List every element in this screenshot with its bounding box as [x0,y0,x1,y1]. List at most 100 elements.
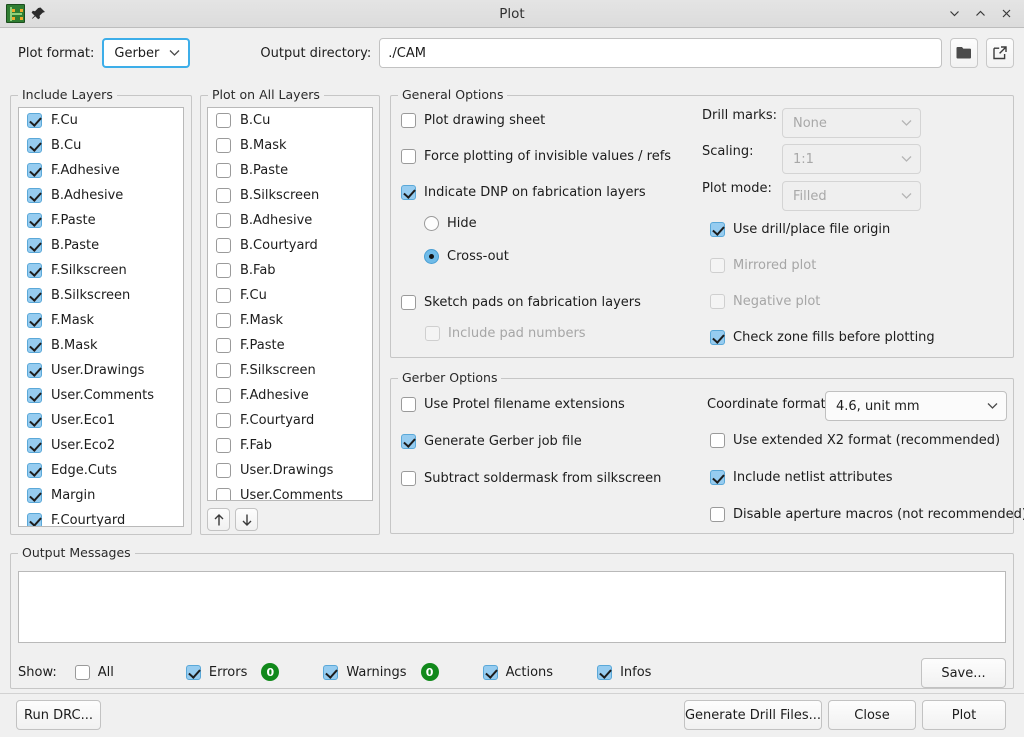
gerber-subtract-soldermask-from-silkscreen-option[interactable]: Subtract soldermask from silkscreen [401,471,701,486]
general-check-zone-fills-before-plotting-option[interactable]: Check zone fills before plotting [710,330,1010,345]
plot-all-layer-item[interactable]: B.Paste [208,158,372,183]
include-layer-checkbox-f-mask[interactable] [27,313,42,328]
plot-all-layer-item[interactable]: F.Courtyard [208,408,372,433]
include-layer-checkbox-b-adhesive[interactable] [27,188,42,203]
plot-all-layer-checkbox-f-adhesive[interactable] [216,388,231,403]
include-layer-checkbox-user-eco2[interactable] [27,438,42,453]
include-layer-item[interactable]: User.Comments [19,383,183,408]
gerber-generate-gerber-job-file-checkbox[interactable] [401,434,416,449]
include-layer-checkbox-f-adhesive[interactable] [27,163,42,178]
general-force-plotting-of-invisible-values-refs-option[interactable]: Force plotting of invisible values / ref… [401,149,701,164]
message-filter-errors[interactable]: Errors 0 [185,663,280,681]
message-filter-checkbox-all[interactable] [74,664,90,680]
include-layer-checkbox-b-silkscreen[interactable] [27,288,42,303]
plot-on-all-layers-list[interactable]: B.Cu B.Mask B.Paste B.Silkscreen B.Adhesive B… [207,107,373,501]
dnp-radio-button-hide[interactable] [424,216,439,231]
dnp-radio-button-cross-out[interactable] [424,249,439,264]
include-layer-item[interactable]: F.Adhesive [19,158,183,183]
dnp-radio-hide[interactable]: Hide [424,216,684,231]
gerber-use-protel-filename-extensions-checkbox[interactable] [401,397,416,412]
plot-all-layer-checkbox-f-mask[interactable] [216,313,231,328]
plot-all-layer-checkbox-b-silkscreen[interactable] [216,188,231,203]
message-filter-checkbox-warnings[interactable] [323,664,339,680]
gerber-use-protel-filename-extensions-option[interactable]: Use Protel filename extensions [401,397,701,412]
plot-all-layer-checkbox-user-drawings[interactable] [216,463,231,478]
gerber-use-extended-x2-format-recommended-checkbox[interactable] [710,433,725,448]
close-button-footer[interactable]: Close [828,700,916,730]
include-layer-checkbox-user-comments[interactable] [27,388,42,403]
include-layer-checkbox-user-eco1[interactable] [27,413,42,428]
general-use-drill-place-file-origin-checkbox[interactable] [710,222,725,237]
plot-all-layer-item[interactable]: F.Mask [208,308,372,333]
include-layer-checkbox-edge-cuts[interactable] [27,463,42,478]
scaling-select[interactable]: 1:1 [782,144,921,174]
include-layer-item[interactable]: Margin [19,483,183,508]
message-filter-infos[interactable]: Infos [597,664,651,680]
general-use-drill-place-file-origin-option[interactable]: Use drill/place file origin [710,222,1010,237]
include-layer-item[interactable]: B.Silkscreen [19,283,183,308]
plot-all-layer-item[interactable]: B.Silkscreen [208,183,372,208]
general-indicate-dnp-on-fabrication-layers-option[interactable]: Indicate DNP on fabrication layers [401,185,701,200]
plot-all-layer-item[interactable]: B.Adhesive [208,208,372,233]
include-layer-item[interactable]: B.Mask [19,333,183,358]
gerber-generate-gerber-job-file-option[interactable]: Generate Gerber job file [401,434,701,449]
generate-drill-files-button[interactable]: Generate Drill Files... [684,700,822,730]
move-layer-down-button[interactable] [235,508,258,531]
plot-all-layer-checkbox-f-courtyard[interactable] [216,413,231,428]
include-layer-item[interactable]: F.Paste [19,208,183,233]
gerber-use-extended-x2-format-recommended-option[interactable]: Use extended X2 format (recommended) [710,433,1020,448]
message-filter-checkbox-errors[interactable] [185,664,201,680]
plot-all-layer-checkbox-b-fab[interactable] [216,263,231,278]
gerber-disable-aperture-macros-not-recommended-checkbox[interactable] [710,507,725,522]
plot-all-layer-item[interactable]: User.Comments [208,483,372,500]
plot-all-layer-checkbox-b-paste[interactable] [216,163,231,178]
plot-button[interactable]: Plot [922,700,1006,730]
plot-all-layer-checkbox-f-fab[interactable] [216,438,231,453]
plot-all-layer-checkbox-f-silkscreen[interactable] [216,363,231,378]
include-layer-item[interactable]: F.Silkscreen [19,258,183,283]
plot-all-layer-item[interactable]: F.Fab [208,433,372,458]
plot-format-select[interactable]: Gerber [102,38,191,68]
include-layer-checkbox-margin[interactable] [27,488,42,503]
plot-mode-select[interactable]: Filled [782,181,921,211]
maximize-button[interactable] [968,3,992,25]
plot-all-layer-item[interactable]: F.Adhesive [208,383,372,408]
gerber-include-netlist-attributes-option[interactable]: Include netlist attributes [710,470,1020,485]
include-layer-item[interactable]: F.Courtyard [19,508,183,526]
plot-all-layer-checkbox-f-cu[interactable] [216,288,231,303]
output-directory-input[interactable]: ./CAM [379,38,942,68]
include-layer-checkbox-f-paste[interactable] [27,213,42,228]
include-layer-item[interactable]: F.Mask [19,308,183,333]
include-layer-item[interactable]: B.Adhesive [19,183,183,208]
plot-all-layer-checkbox-f-paste[interactable] [216,338,231,353]
save-messages-button[interactable]: Save... [921,658,1006,688]
plot-all-layer-item[interactable]: F.Cu [208,283,372,308]
close-button[interactable] [994,3,1018,25]
run-drc-button[interactable]: Run DRC... [16,700,101,730]
include-layer-checkbox-b-mask[interactable] [27,338,42,353]
move-layer-up-button[interactable] [207,508,230,531]
coordinate-format-select[interactable]: 4.6, unit mm [825,391,1007,421]
sketch-pads-checkbox[interactable] [401,295,416,310]
include-layer-checkbox-b-cu[interactable] [27,138,42,153]
general-plot-drawing-sheet-option[interactable]: Plot drawing sheet [401,113,701,128]
plot-all-layer-item[interactable]: B.Courtyard [208,233,372,258]
output-messages-panel[interactable] [18,571,1006,643]
include-layers-list[interactable]: F.Cu B.Cu F.Adhesive B.Adhesive F.Paste B.Pas… [18,107,184,527]
plot-all-layer-checkbox-b-cu[interactable] [216,113,231,128]
include-layer-checkbox-user-drawings[interactable] [27,363,42,378]
dnp-radio-cross-out[interactable]: Cross-out [424,249,684,264]
message-filter-warnings[interactable]: Warnings 0 [323,663,439,681]
include-layer-item[interactable]: F.Cu [19,108,183,133]
browse-directory-button[interactable] [950,38,978,68]
message-filter-checkbox-actions[interactable] [482,664,498,680]
plot-all-layer-item[interactable]: F.Silkscreen [208,358,372,383]
plot-all-layer-item[interactable]: B.Fab [208,258,372,283]
include-layer-checkbox-f-courtyard[interactable] [27,513,42,526]
include-layer-checkbox-b-paste[interactable] [27,238,42,253]
plot-all-layer-checkbox-b-mask[interactable] [216,138,231,153]
open-directory-button[interactable] [986,38,1014,68]
message-filter-checkbox-infos[interactable] [597,664,613,680]
general-indicate-dnp-on-fabrication-layers-checkbox[interactable] [401,185,416,200]
plot-all-layer-item[interactable]: F.Paste [208,333,372,358]
